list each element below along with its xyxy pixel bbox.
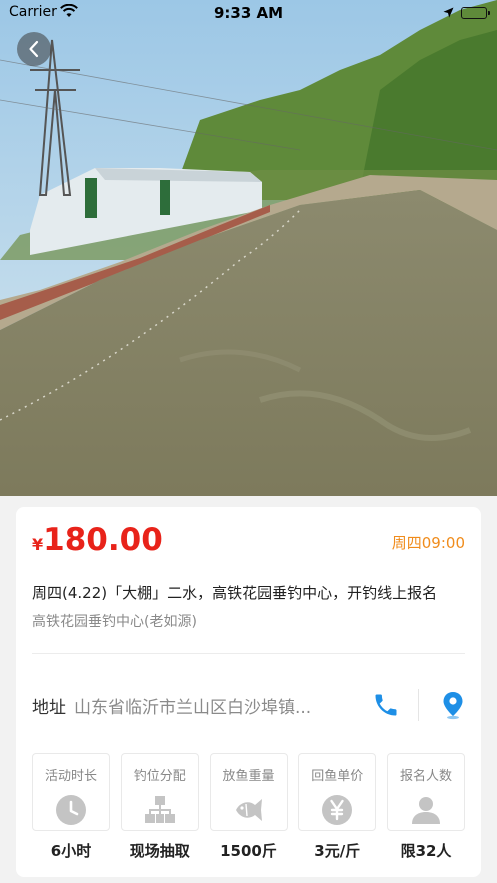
chevron-left-icon (29, 40, 39, 58)
stat-value: 3元/斤 (314, 842, 361, 860)
phone-call-button[interactable] (372, 691, 400, 719)
price-value: 180.00 (43, 522, 163, 558)
stat-label: 活动时长 (44, 769, 97, 784)
stat-label: 放鱼重量 (222, 769, 275, 784)
stat-value: 6小时 (50, 842, 92, 860)
stat-seat-allocation: 钓位分配 现场抽取 (120, 753, 199, 861)
action-separator (418, 689, 419, 721)
clock-time: 9:33 AM (213, 4, 284, 22)
stat-box: 活动时长 (32, 753, 110, 831)
venue-name: 高铁花园垂钓中心(老如源) (32, 614, 197, 630)
start-time: 周四09:00 (391, 534, 465, 552)
stat-value: 现场抽取 (129, 842, 190, 860)
stat-box: 回鱼单价 (298, 753, 377, 831)
fish-icon (235, 799, 262, 821)
stat-value: 1500斤 (220, 842, 277, 860)
stat-label: 回鱼单价 (311, 769, 364, 784)
event-stats: 活动时长 6小时 钓位分配 现场抽取 放鱼重量 1500斤 回鱼单价 3元/斤 … (32, 753, 465, 861)
phone-icon (375, 694, 397, 716)
stat-label: 钓位分配 (133, 769, 186, 784)
stat-box: 钓位分配 (120, 753, 199, 831)
venue-photo (0, 0, 497, 496)
stat-box: 报名人数 (387, 753, 465, 831)
address-value[interactable]: 山东省临沂市兰山区白沙埠镇... (74, 693, 350, 718)
stat-buyback-price: 回鱼单价 3元/斤 (298, 753, 377, 861)
location-arrow-icon (443, 6, 454, 22)
battery-icon (461, 7, 490, 19)
map-pin-icon (443, 692, 463, 720)
divider (32, 653, 465, 654)
event-title: 周四(4.22)「大棚」二水，高铁花园垂钓中心，开钓线上报名 (32, 584, 438, 602)
stat-participants: 报名人数 限32人 (387, 753, 465, 861)
map-navigate-button[interactable] (440, 690, 466, 720)
stat-fish-weight: 放鱼重量 1500斤 (209, 753, 288, 861)
stat-duration: 活动时长 6小时 (32, 753, 110, 861)
person-icon (412, 797, 440, 824)
seat-allocation-icon (144, 796, 175, 823)
yen-icon (322, 795, 353, 825)
address-label: 地址 (32, 698, 66, 718)
stat-label: 报名人数 (399, 769, 452, 784)
back-button[interactable] (17, 32, 51, 66)
status-bar: Carrier 9:33 AM (0, 0, 497, 26)
event-detail-card: ¥180.00 周四09:00 周四(4.22)「大棚」二水，高铁花园垂钓中心，… (16, 507, 481, 877)
price: ¥180.00 (32, 522, 163, 558)
currency-symbol: ¥ (32, 535, 44, 554)
stat-value: 限32人 (400, 842, 452, 860)
clock-icon (56, 795, 86, 825)
stat-box: 放鱼重量 (209, 753, 288, 831)
